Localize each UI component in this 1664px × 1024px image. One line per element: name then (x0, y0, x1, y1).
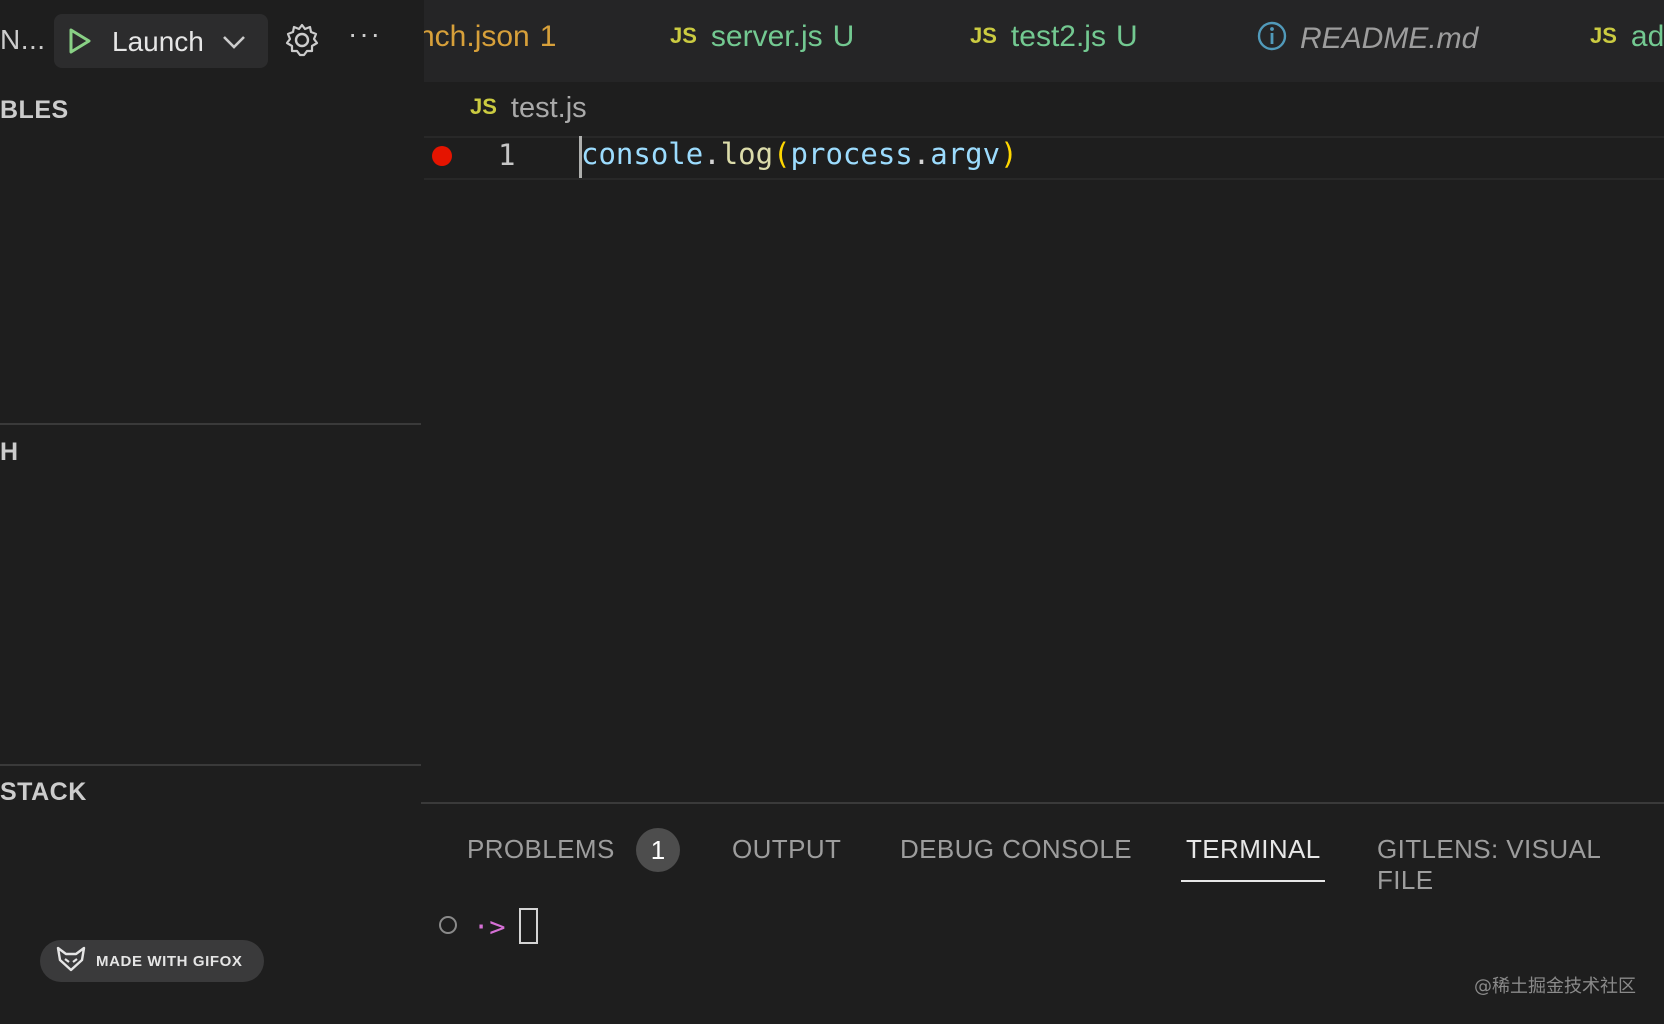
tab-label: server.js (710, 20, 823, 53)
tab-debug-console[interactable]: DEBUG CONSOLE (900, 834, 1132, 865)
start-debugging-icon[interactable] (64, 26, 94, 61)
tab-ad-js[interactable]: JS ad (1590, 20, 1664, 54)
section-divider (0, 764, 421, 766)
terminal-status-icon (439, 916, 457, 934)
tab-server-js[interactable]: JS server.js U (670, 20, 854, 54)
line-number: 1 (498, 138, 516, 172)
gifox-watermark: MADE WITH GIFOX (40, 940, 264, 982)
gear-icon[interactable] (284, 22, 320, 63)
info-icon (1256, 20, 1288, 60)
tab-untracked-flag: U (1115, 20, 1138, 53)
breadcrumb-file[interactable]: test.js (511, 92, 587, 124)
tab-problem-count: 1 (539, 20, 557, 53)
js-file-icon: JS (970, 23, 997, 48)
tab-label: test2.js (1010, 20, 1106, 53)
tab-output[interactable]: OUTPUT (732, 834, 841, 865)
section-divider (0, 423, 421, 425)
breadcrumb[interactable]: JS test.js (470, 92, 587, 125)
tab-problems[interactable]: PROBLEMS (467, 834, 615, 865)
gifox-label: MADE WITH GIFOX (96, 952, 243, 970)
fox-logo-icon (56, 946, 86, 977)
code-token: process (790, 137, 913, 171)
js-file-icon: JS (1590, 23, 1617, 48)
code-token: . (703, 137, 721, 171)
sidebar-title: N... (0, 24, 46, 55)
tab-test2-js[interactable]: JS test2.js U (970, 20, 1138, 54)
code-token: ( (773, 137, 791, 171)
tab-label: ad (1630, 20, 1664, 53)
tab-launch-json[interactable]: nch.json 1 (424, 20, 556, 54)
section-call-stack-title[interactable]: STACK (0, 778, 87, 807)
tab-label: README.md (1300, 22, 1479, 55)
code-token: console (581, 137, 704, 171)
tab-gitlens-visual-file[interactable]: GITLENS: VISUAL FILE (1377, 834, 1664, 896)
tab-label: nch.json (424, 20, 530, 53)
code-token: ) (1000, 137, 1018, 171)
chevron-down-icon[interactable] (220, 28, 248, 61)
debug-sidebar: N... Launch ··· BLES H STACK MADE WITH G… (0, 0, 424, 1022)
breakpoint-icon[interactable] (432, 146, 452, 166)
code-token: . (912, 137, 931, 171)
active-tab-indicator (1181, 880, 1325, 882)
tab-untracked-flag: U (832, 20, 855, 53)
js-file-icon: JS (470, 94, 497, 119)
tab-terminal[interactable]: TERMINAL (1186, 834, 1321, 865)
site-watermark: @稀土掘金技术社区 (1474, 976, 1636, 997)
more-actions-icon[interactable]: ··· (348, 18, 382, 50)
code-token: log (720, 137, 774, 171)
code-line[interactable]: console.log(process.argv) (581, 137, 1018, 171)
terminal-cursor[interactable] (519, 908, 538, 944)
problems-count-badge: 1 (636, 828, 680, 872)
js-file-icon: JS (670, 23, 697, 48)
terminal-prompt: ·> (473, 912, 506, 943)
section-watch-title[interactable]: H (0, 438, 19, 467)
launch-config-label: Launch (112, 26, 204, 57)
section-variables-title[interactable]: BLES (0, 96, 69, 125)
launch-config-dropdown[interactable]: Launch (54, 14, 268, 68)
code-token: argv (930, 137, 1001, 171)
debug-toolbar: N... Launch ··· (0, 0, 424, 82)
tab-readme-md[interactable]: README.md (1256, 20, 1478, 60)
editor-tab-bar: nch.json 1 JS server.js U JS test2.js U READM… (424, 0, 1664, 82)
code-editor[interactable]: JS test.js 1 console.log(process.argv) (424, 82, 1664, 802)
